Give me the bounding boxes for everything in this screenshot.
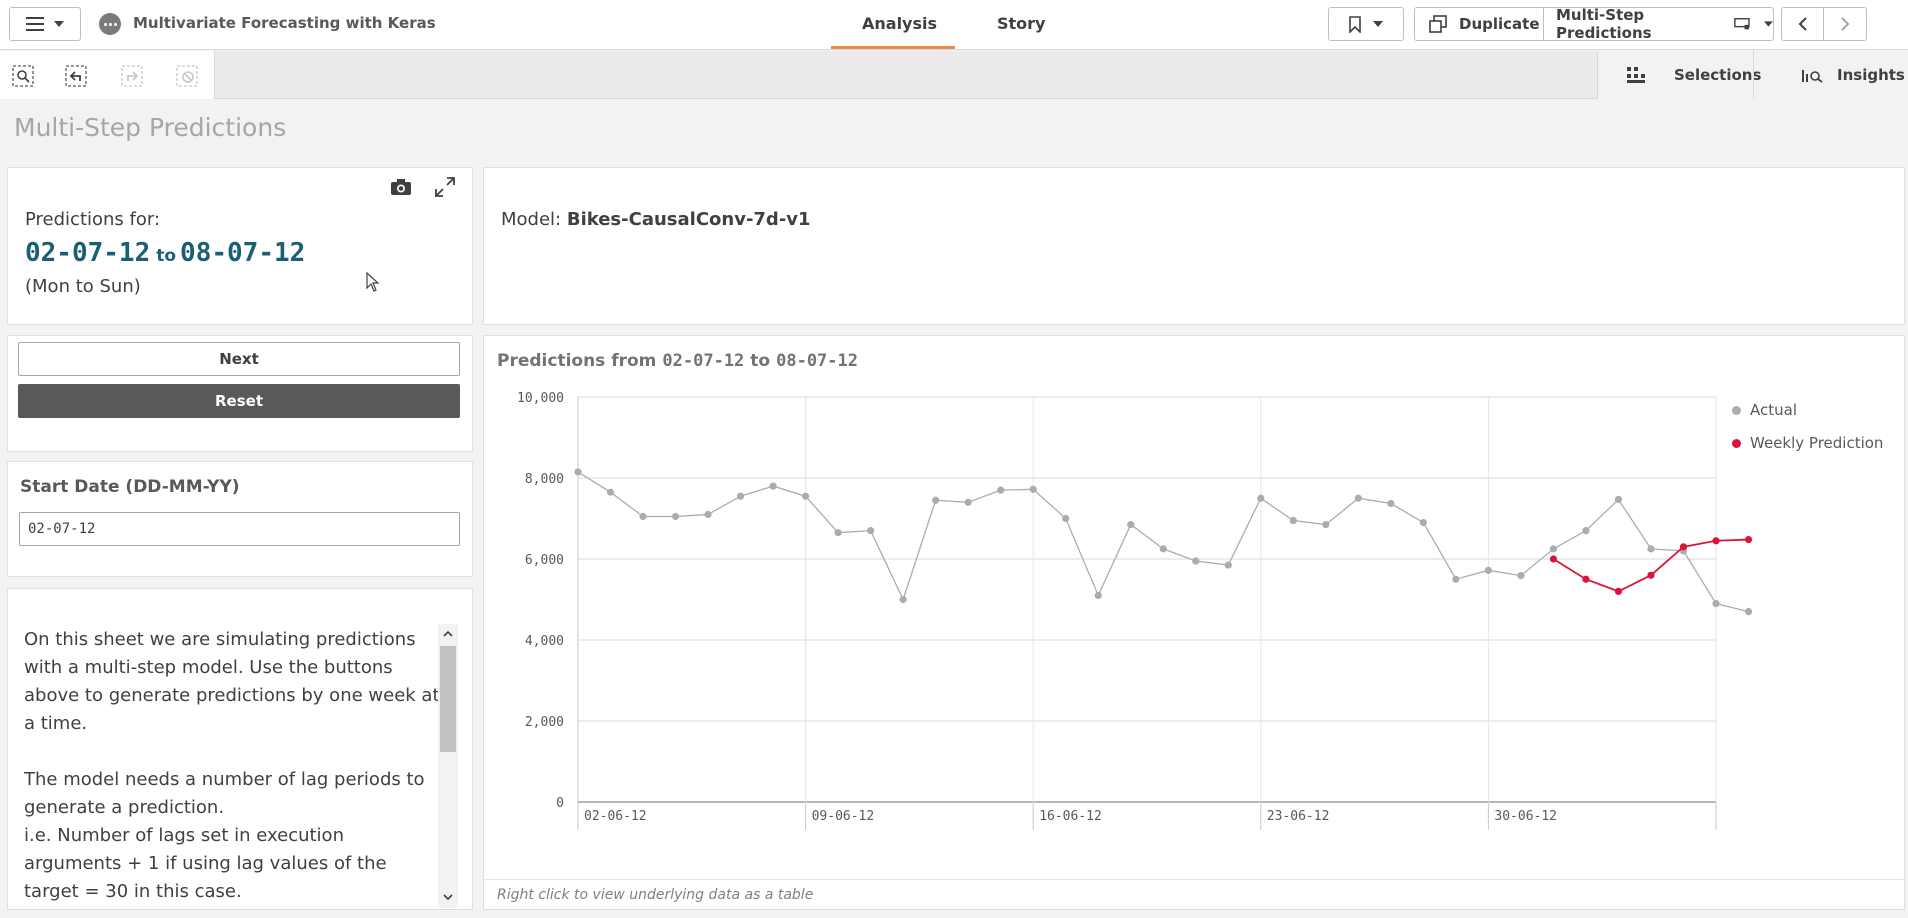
data-point-actual bbox=[1647, 545, 1655, 553]
data-point-actual bbox=[1029, 485, 1037, 493]
data-point-weekly-prediction bbox=[1614, 587, 1623, 596]
legend-label-prediction: Weekly Prediction bbox=[1750, 434, 1884, 452]
data-point-actual bbox=[704, 510, 712, 519]
data-point-actual bbox=[574, 468, 582, 476]
data-point-actual bbox=[1387, 499, 1395, 508]
data-point-actual bbox=[932, 496, 940, 504]
data-point-actual bbox=[1289, 516, 1297, 525]
data-point-actual bbox=[1354, 494, 1362, 502]
data-point-actual bbox=[606, 488, 615, 496]
data-point-actual bbox=[1127, 520, 1135, 529]
data-point-actual bbox=[1257, 494, 1265, 502]
y-tick-label: 4,000 bbox=[525, 634, 564, 649]
data-point-weekly-prediction bbox=[1647, 571, 1655, 579]
data-point-actual bbox=[1419, 518, 1427, 527]
x-tick-label: 02-06-12 bbox=[584, 809, 647, 824]
x-tick-label: 23-06-12 bbox=[1267, 809, 1330, 824]
data-point-weekly-prediction bbox=[1712, 537, 1720, 545]
data-point-actual bbox=[1159, 545, 1167, 553]
legend-marker-actual bbox=[1732, 405, 1741, 415]
data-point-actual bbox=[802, 492, 810, 500]
data-point-actual bbox=[964, 498, 972, 506]
data-point-actual bbox=[1744, 608, 1753, 616]
data-point-actual bbox=[867, 527, 875, 535]
chart-footer-note: Right click to view underlying data as a… bbox=[497, 887, 814, 903]
data-point-actual bbox=[1614, 495, 1623, 504]
data-point-actual bbox=[1712, 599, 1720, 608]
y-tick-label: 10,000 bbox=[517, 391, 564, 406]
data-point-actual bbox=[1224, 561, 1232, 569]
x-tick-label: 30-06-12 bbox=[1494, 809, 1557, 824]
data-point-weekly-prediction bbox=[1679, 543, 1688, 551]
y-tick-label: 8,000 bbox=[525, 472, 564, 487]
legend-marker-prediction bbox=[1732, 438, 1741, 448]
legend-item-actual[interactable]: Actual bbox=[1732, 401, 1797, 419]
data-point-actual bbox=[1582, 527, 1590, 535]
data-point-actual bbox=[736, 492, 745, 500]
series-line-actual bbox=[577, 471, 1749, 613]
data-point-actual bbox=[1094, 591, 1102, 600]
data-point-weekly-prediction bbox=[1582, 575, 1590, 583]
y-tick-label: 2,000 bbox=[525, 715, 564, 730]
legend-item-weekly-prediction[interactable]: Weekly Prediction bbox=[1732, 434, 1883, 452]
data-point-weekly-prediction bbox=[1549, 555, 1558, 563]
data-point-actual bbox=[1192, 557, 1200, 565]
x-tick-label: 09-06-12 bbox=[812, 809, 875, 824]
data-point-actual bbox=[769, 482, 777, 490]
data-point-actual bbox=[1549, 545, 1558, 553]
data-point-actual bbox=[1062, 514, 1070, 523]
data-point-actual bbox=[1452, 575, 1460, 583]
data-point-actual bbox=[671, 512, 680, 521]
legend-label-actual: Actual bbox=[1750, 401, 1797, 419]
data-point-actual bbox=[1484, 566, 1492, 574]
y-tick-label: 6,000 bbox=[525, 553, 564, 568]
data-point-actual bbox=[834, 529, 842, 537]
y-tick-label: 0 bbox=[556, 796, 564, 811]
data-point-actual bbox=[899, 595, 907, 604]
line-chart[interactable]: 10,000 8,000 6,000 4,000 2,000 0 02-06-12 09-06… bbox=[0, 0, 1908, 918]
data-point-actual bbox=[1517, 572, 1525, 580]
data-point-actual bbox=[997, 486, 1005, 494]
data-point-weekly-prediction bbox=[1744, 535, 1753, 544]
data-point-actual bbox=[1322, 520, 1330, 529]
x-tick-label: 16-06-12 bbox=[1039, 809, 1102, 824]
data-point-actual bbox=[639, 512, 647, 521]
